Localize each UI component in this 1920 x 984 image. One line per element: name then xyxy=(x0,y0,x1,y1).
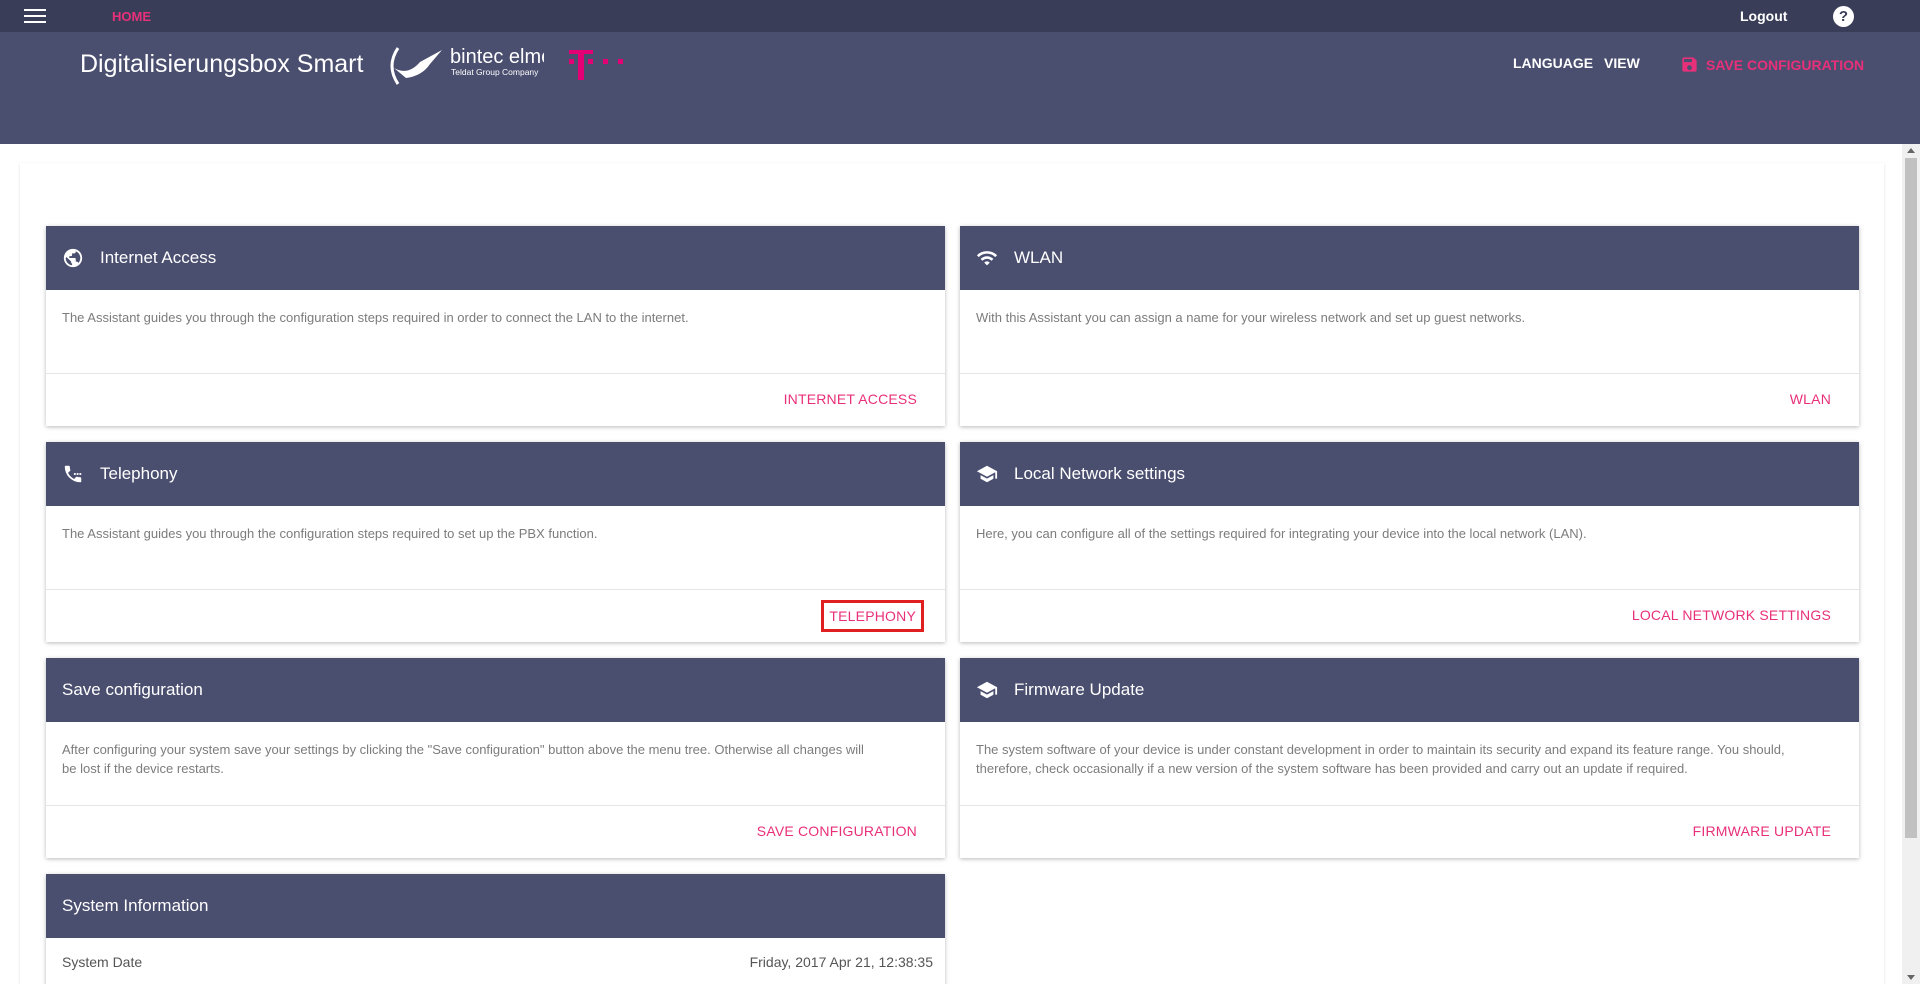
home-link[interactable]: HOME xyxy=(112,9,151,24)
save-configuration-label: SAVE CONFIGURATION xyxy=(1706,56,1865,73)
floppy-disk-icon xyxy=(1682,57,1697,72)
card-title: Save configuration xyxy=(62,680,203,699)
wlan-button[interactable]: WLAN xyxy=(1790,391,1831,407)
scroll-down-arrow-icon[interactable] xyxy=(1907,975,1915,980)
app-title: Digitalisierungsbox Smart xyxy=(80,50,364,78)
view-menu[interactable]: VIEW xyxy=(1604,55,1640,71)
card-header: System Information xyxy=(46,874,945,938)
bintec-elmeg-logo: bintec elmeg Teldat Group Company xyxy=(390,46,544,85)
card-title: Local Network settings xyxy=(1014,464,1186,483)
help-icon[interactable]: ? xyxy=(1833,6,1854,27)
card-header: Internet Access xyxy=(46,226,945,290)
card-title: Firmware Update xyxy=(1014,680,1145,699)
card-header: Firmware Update xyxy=(960,658,1859,722)
hamburger-menu-icon[interactable] xyxy=(24,9,46,25)
card-wlan: WLAN With this Assistant you can assign … xyxy=(960,226,1859,426)
card-title: Internet Access xyxy=(100,248,217,267)
scrollbar[interactable] xyxy=(1902,144,1920,984)
card-description: Here, you can configure all of the setti… xyxy=(960,506,1859,590)
system-date-value: Friday, 2017 Apr 21, 12:38:35 xyxy=(749,954,933,970)
card-header: Telephony xyxy=(46,442,945,506)
firmware-update-button[interactable]: FIRMWARE UPDATE xyxy=(1693,823,1831,839)
card-description: The Assistant guides you through the con… xyxy=(46,290,945,374)
local-network-settings-button[interactable]: LOCAL NETWORK SETTINGS xyxy=(1632,607,1831,623)
telekom-logo xyxy=(569,50,623,80)
logout-link[interactable]: Logout xyxy=(1740,8,1787,24)
wifi-icon xyxy=(976,247,998,269)
save-configuration-card-button[interactable]: SAVE CONFIGURATION xyxy=(757,823,917,839)
scroll-up-arrow-icon[interactable] xyxy=(1907,148,1915,153)
school-icon xyxy=(976,679,998,701)
globe-icon xyxy=(62,247,84,269)
scroll-thumb[interactable] xyxy=(1905,158,1917,838)
telephony-button[interactable]: TELEPHONY xyxy=(821,600,924,632)
card-title: WLAN xyxy=(1014,248,1064,267)
card-description: The system software of your device is un… xyxy=(960,722,1859,806)
internet-access-button[interactable]: INTERNET ACCESS xyxy=(784,391,917,407)
card-save-configuration: Save configuration After configuring you… xyxy=(46,658,945,858)
card-header: Local Network settings xyxy=(960,442,1859,506)
card-header: Save configuration xyxy=(46,658,945,722)
top-bar: HOME Logout ? xyxy=(0,0,1920,32)
card-firmware-update: Firmware Update The system software of y… xyxy=(960,658,1859,858)
card-description: The Assistant guides you through the con… xyxy=(46,506,945,590)
card-description: With this Assistant you can assign a nam… xyxy=(960,290,1859,374)
card-title: System Information xyxy=(62,896,209,915)
card-telephony: Telephony The Assistant guides you throu… xyxy=(46,442,945,642)
system-date-row: System Date Friday, 2017 Apr 21, 12:38:3… xyxy=(46,938,945,984)
card-description: After configuring your system save your … xyxy=(46,722,945,806)
brand-sub: Teldat Group Company xyxy=(451,67,539,77)
card-local-network-settings: Local Network settings Here, you can con… xyxy=(960,442,1859,642)
card-title: Telephony xyxy=(100,464,178,483)
app-header: Digitalisierungsbox Smart bintec elmeg T… xyxy=(0,32,1920,144)
card-system-information: System Information System Date Friday, 2… xyxy=(46,874,945,984)
school-icon xyxy=(976,463,998,485)
language-menu[interactable]: LANGUAGE xyxy=(1513,55,1593,71)
brand-name: bintec elmeg xyxy=(450,46,544,68)
save-configuration-button[interactable]: SAVE CONFIGURATION xyxy=(1680,55,1864,74)
system-date-label: System Date xyxy=(62,954,143,970)
card-header: WLAN xyxy=(960,226,1859,290)
phone-icon xyxy=(62,463,84,485)
card-internet-access: Internet Access The Assistant guides you… xyxy=(46,226,945,426)
